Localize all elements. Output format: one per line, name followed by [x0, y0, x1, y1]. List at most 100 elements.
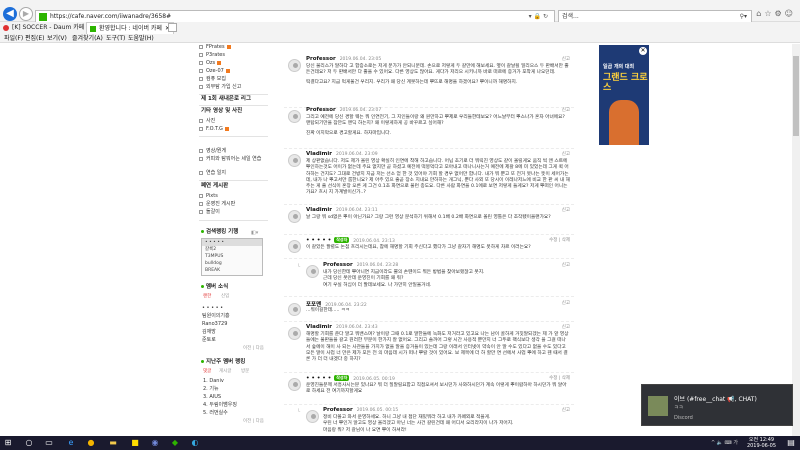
menu-help[interactable]: 도움말(H) [128, 34, 154, 43]
task-view-icon[interactable]: ▭ [44, 438, 54, 448]
menu-tools[interactable]: 도구(T) [106, 34, 125, 43]
discord-icon[interactable]: ◉ [150, 438, 160, 448]
comment-author[interactable]: Professor 2019.06.04. 23:07 [306, 107, 381, 113]
avatar[interactable] [288, 378, 301, 391]
board-item[interactable]: 컴퓨 모집 [199, 76, 226, 83]
clock[interactable]: 오전 12:49 2019-06-05 [747, 437, 776, 449]
toggle-icon[interactable]: ◧▾ [251, 230, 258, 236]
notifications-icon[interactable]: ▤ [786, 438, 796, 448]
member-item[interactable]: 김재방 [202, 329, 216, 336]
board-item[interactable]: Oze-07 [199, 68, 230, 75]
comment-author[interactable]: Professor 2019.06.04. 23:28 [323, 262, 398, 268]
report-link[interactable]: 신고 [562, 56, 570, 62]
new-tab-button[interactable] [168, 23, 177, 32]
back-button[interactable]: ◀ [3, 7, 17, 21]
report-link[interactable]: 신고 [562, 151, 570, 157]
avatar[interactable] [288, 59, 301, 72]
avatar[interactable] [288, 210, 301, 223]
report-link[interactable]: 신고 [562, 407, 570, 413]
report-link[interactable]: 신고 [562, 300, 570, 306]
board-item[interactable]: Ozs [199, 60, 222, 67]
ranking-tab-posts[interactable]: 게시글 [219, 368, 231, 374]
ad-banner[interactable]: ✕ 일곱 개의 대죄 그랜드 크로스 [599, 45, 649, 145]
ranking-item[interactable]: 4. 두림이뱀우징 [203, 402, 237, 409]
ranking-item[interactable]: 1. Daniv [203, 378, 224, 385]
avatar[interactable] [288, 154, 301, 167]
scrollbar-thumb[interactable] [793, 56, 799, 136]
ie-browser-icon[interactable]: e [66, 438, 76, 448]
comment-author[interactable]: Vladimir 2019.06.04. 23:09 [306, 151, 378, 157]
board-item[interactable]: F.O.T.G [199, 126, 229, 133]
board-item[interactable]: 사진 [199, 118, 215, 125]
member-item[interactable]: Rano3729 [202, 321, 227, 328]
report-link[interactable]: 신고 [562, 207, 570, 213]
kakaotalk-icon[interactable]: ■ [130, 438, 140, 448]
board-item[interactable]: 외부탐 가입 신고 [199, 84, 241, 91]
new-badge-icon [226, 44, 231, 49]
forward-button[interactable]: ▶ [19, 7, 33, 21]
comment-author[interactable]: • • • • • 작성자 2019.06.05. 00:19 [306, 375, 395, 382]
board-item[interactable]: FPrates [199, 44, 231, 51]
edit-delete-links[interactable]: 수정 | 삭제 [549, 237, 570, 243]
app-icon[interactable]: ◐ [190, 438, 200, 448]
board-item[interactable]: 돌갈이 [199, 209, 220, 216]
members-tab-new[interactable]: 신입 [221, 293, 229, 299]
ranking-item[interactable]: 5. 러먼실수 [203, 410, 228, 417]
page-scrollbar[interactable] [792, 44, 800, 436]
close-icon[interactable]: ✕ [639, 47, 647, 55]
chrome-icon[interactable]: ● [86, 438, 96, 448]
section-title[interactable]: 제 1회 새내은로 리그 [201, 96, 251, 103]
avatar[interactable] [288, 303, 301, 316]
edit-delete-links[interactable]: 수정 | 삭제 [549, 375, 570, 381]
system-tray-icons[interactable]: ^ 🔈 ⌨ 가 [711, 439, 738, 446]
windows-start-icon[interactable]: ⊞ [3, 438, 13, 448]
comment-author[interactable]: Professor 2019.06.05. 00:15 [323, 407, 398, 413]
board-item[interactable]: 커피와 탐뭐어는 세일 연습 [199, 156, 261, 163]
comment-author[interactable]: • • • • • 작성자 2019.06.04. 23:13 [306, 237, 395, 244]
menu-view[interactable]: 보기(V) [47, 34, 67, 43]
member-item[interactable]: 팀원이의기흥 [202, 313, 230, 320]
member-item[interactable]: 준토로 [202, 337, 216, 344]
list-item[interactable]: BREAK [202, 267, 262, 274]
ranking-item[interactable]: 2. 기뉴 [203, 386, 219, 393]
board-item[interactable]: P3rates [199, 52, 225, 59]
list-item[interactable]: 갈륙2 [202, 246, 262, 253]
file-explorer-icon[interactable]: ▬ [108, 438, 118, 448]
ranking-tab-comments[interactable]: 댓글 [203, 368, 211, 374]
report-link[interactable]: 신고 [562, 107, 570, 113]
avatar[interactable] [288, 240, 301, 253]
list-item[interactable]: bulldog [202, 260, 262, 267]
toolbar-icons[interactable]: ⌂☆⚙☺ [756, 9, 796, 18]
board-item[interactable]: Pixts [199, 193, 218, 200]
menu-favorites[interactable]: 즐겨찾기(A) [72, 34, 103, 43]
ranking-tab-visits[interactable]: 방문 [241, 368, 249, 374]
avatar[interactable] [288, 110, 301, 123]
list-item[interactable]: • • • • • [202, 239, 262, 246]
member-item[interactable]: • • • • • [202, 305, 223, 312]
tab-daum-soccer[interactable]: [K] SOCCER - Daum 카페 [0, 22, 88, 34]
avatar[interactable] [288, 327, 301, 340]
report-link[interactable]: 신고 [562, 262, 570, 268]
comment-author[interactable]: Vladimir 2019.06.04. 23:43 [306, 324, 378, 330]
board-item[interactable]: 영상/뭔게 [199, 148, 226, 155]
avatar[interactable] [306, 265, 319, 278]
comment-author[interactable]: Vladimir 2019.06.04. 23:11 [306, 207, 378, 213]
members-pager[interactable]: 이전 | 다음 [243, 345, 264, 351]
list-item[interactable]: T3MPUS [202, 253, 262, 260]
report-link[interactable]: 신고 [562, 324, 570, 330]
comment-author[interactable]: Professor 2019.06.04. 23:05 [306, 56, 381, 62]
app-icon[interactable]: ◆ [170, 438, 180, 448]
menu-file[interactable]: 파일(F) [4, 34, 23, 43]
ranking-pager[interactable]: 이전 | 다음 [243, 418, 264, 424]
tab-naver-cafe[interactable]: 환영합니다 : 네이버 카페✕ [86, 22, 174, 34]
board-item[interactable]: 연습 일지 [199, 170, 226, 177]
menu-edit[interactable]: 편집(E) [25, 34, 45, 43]
search-ranking-list[interactable]: • • • • • 갈륙2 T3MPUS bulldog BREAK [201, 238, 263, 276]
comment-author[interactable]: 포포맨 2019.06.04. 23:22 [306, 300, 367, 308]
discord-notification[interactable]: 이브 (#free__chat 📢, CHAT) ㅋㅋ Discord [641, 384, 793, 426]
search-icon[interactable]: ○ [24, 438, 34, 448]
avatar[interactable] [306, 410, 319, 423]
board-item[interactable]: 운영진 게시판 [199, 201, 235, 208]
members-tab-ranking[interactable]: 랜한 [203, 293, 211, 299]
ranking-item[interactable]: 3. AIUS [203, 394, 221, 401]
